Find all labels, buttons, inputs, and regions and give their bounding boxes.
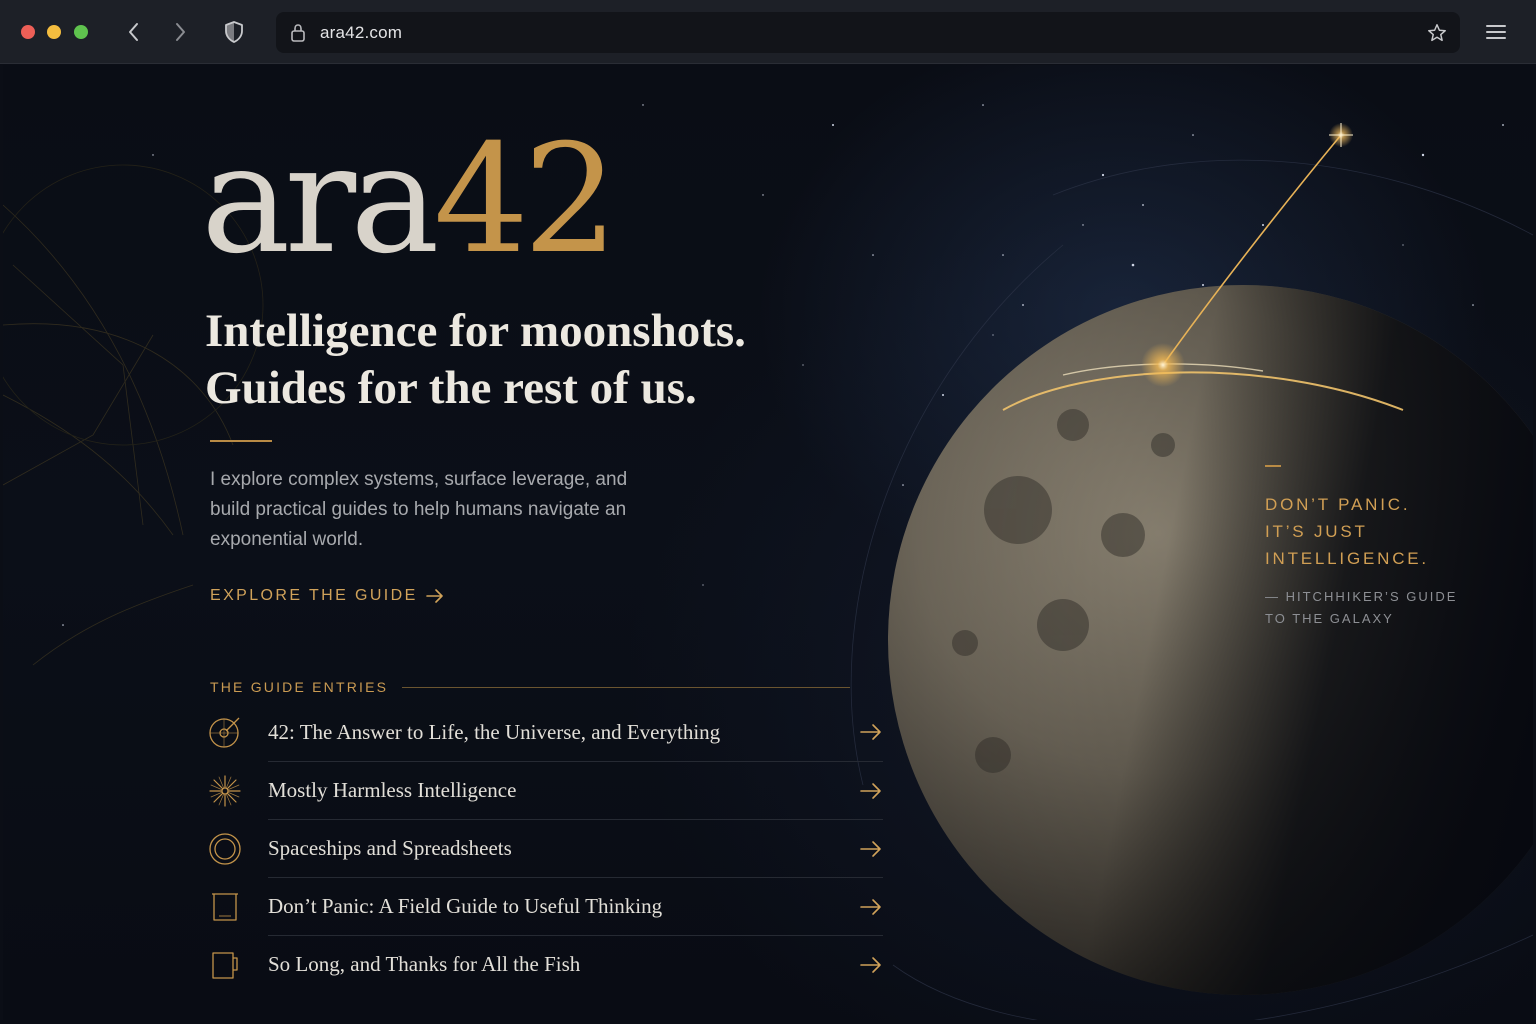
hero-headline: Intelligence for moonshots. Guides for t… xyxy=(205,303,845,417)
hamburger-menu-icon[interactable] xyxy=(1484,20,1508,44)
explore-guide-link[interactable]: EXPLORE THE GUIDE xyxy=(210,587,444,605)
shield-icon xyxy=(225,21,243,43)
forward-button[interactable] xyxy=(166,18,194,46)
logo-wordmark: ara xyxy=(201,113,440,287)
arrow-right-icon xyxy=(860,899,881,915)
entry-title: Spaceships and Spreadsheets xyxy=(268,836,512,860)
lock-icon xyxy=(291,24,305,42)
device-icon xyxy=(212,893,238,921)
chevron-left-icon xyxy=(129,23,138,41)
logo-number: 42 xyxy=(433,113,619,287)
maximize-window-button[interactable] xyxy=(74,25,88,39)
entry-title: Don’t Panic: A Field Guide to Useful Thi… xyxy=(268,894,663,918)
arrow-right-icon xyxy=(860,724,881,740)
guide-entry[interactable]: Don’t Panic: A Field Guide to Useful Thi… xyxy=(212,877,883,935)
starburst-icon xyxy=(209,775,241,807)
back-button[interactable] xyxy=(120,18,148,46)
divider xyxy=(210,440,272,442)
browser-toolbar: ara42.com xyxy=(0,0,1536,64)
arrow-right-icon xyxy=(860,783,881,799)
headline-line-2: Guides for the rest of us. xyxy=(205,362,697,414)
guide-entry[interactable]: Spaceships and Spreadsheets xyxy=(209,819,883,877)
guide-entry[interactable]: 42: The Answer to Life, the Universe, an… xyxy=(208,703,883,761)
arrow-right-icon xyxy=(860,957,881,973)
star-icon[interactable] xyxy=(1426,22,1448,44)
quote-line-1: DON’T PANIC. xyxy=(1265,494,1411,514)
entry-title: 42: The Answer to Life, the Universe, an… xyxy=(268,719,721,744)
entry-title: Mostly Harmless Intelligence xyxy=(268,778,517,802)
arrow-right-icon xyxy=(425,589,443,603)
mug-icon xyxy=(212,952,238,979)
quote-line-3: INTELLIGENCE. xyxy=(1265,548,1429,568)
privacy-shield-button[interactable] xyxy=(220,18,248,46)
arrow-right-icon xyxy=(860,841,881,857)
url-text[interactable]: ara42.com xyxy=(320,23,402,43)
chevron-right-icon xyxy=(176,23,185,41)
minimize-window-button[interactable] xyxy=(47,25,61,39)
quote-source: — HITCHHIKER’S GUIDE TO THE GALAXY xyxy=(1265,586,1485,630)
close-window-button[interactable] xyxy=(21,25,35,39)
header-rule xyxy=(402,686,850,688)
quote-text: DON’T PANIC. IT’S JUST INTELLIGENCE. xyxy=(1265,491,1485,572)
guide-entries-list: 42: The Answer to Life, the Universe, an… xyxy=(208,703,883,993)
headline-line-1: Intelligence for moonshots. xyxy=(205,305,746,357)
guide-entries-title: THE GUIDE ENTRIES xyxy=(210,679,389,695)
cta-label: EXPLORE THE GUIDE xyxy=(210,587,418,604)
hero-intro: I explore complex systems, surface lever… xyxy=(210,469,628,550)
guide-entry[interactable]: So Long, and Thanks for All the Fish xyxy=(212,935,883,993)
ring-icon xyxy=(209,833,241,865)
page-viewport: ara42 Intelligence for moonshots. Guides… xyxy=(3,65,1533,1020)
quote-source-line-2: TO THE GALAXY xyxy=(1265,610,1394,626)
guide-entry[interactable]: Mostly Harmless Intelligence xyxy=(209,761,883,819)
entry-title: So Long, and Thanks for All the Fish xyxy=(268,952,581,976)
quote-source-line-1: — HITCHHIKER’S GUIDE xyxy=(1265,588,1458,604)
site-logo[interactable]: ara42 xyxy=(201,125,618,275)
guide-entries-header: THE GUIDE ENTRIES xyxy=(210,677,850,697)
compass-target-icon xyxy=(209,717,240,748)
address-bar[interactable]: ara42.com xyxy=(276,12,1460,53)
hitchhiker-quote: DON’T PANIC. IT’S JUST INTELLIGENCE. — H… xyxy=(1265,465,1485,630)
quote-dash xyxy=(1265,465,1281,467)
quote-line-2: IT’S JUST xyxy=(1265,521,1368,541)
